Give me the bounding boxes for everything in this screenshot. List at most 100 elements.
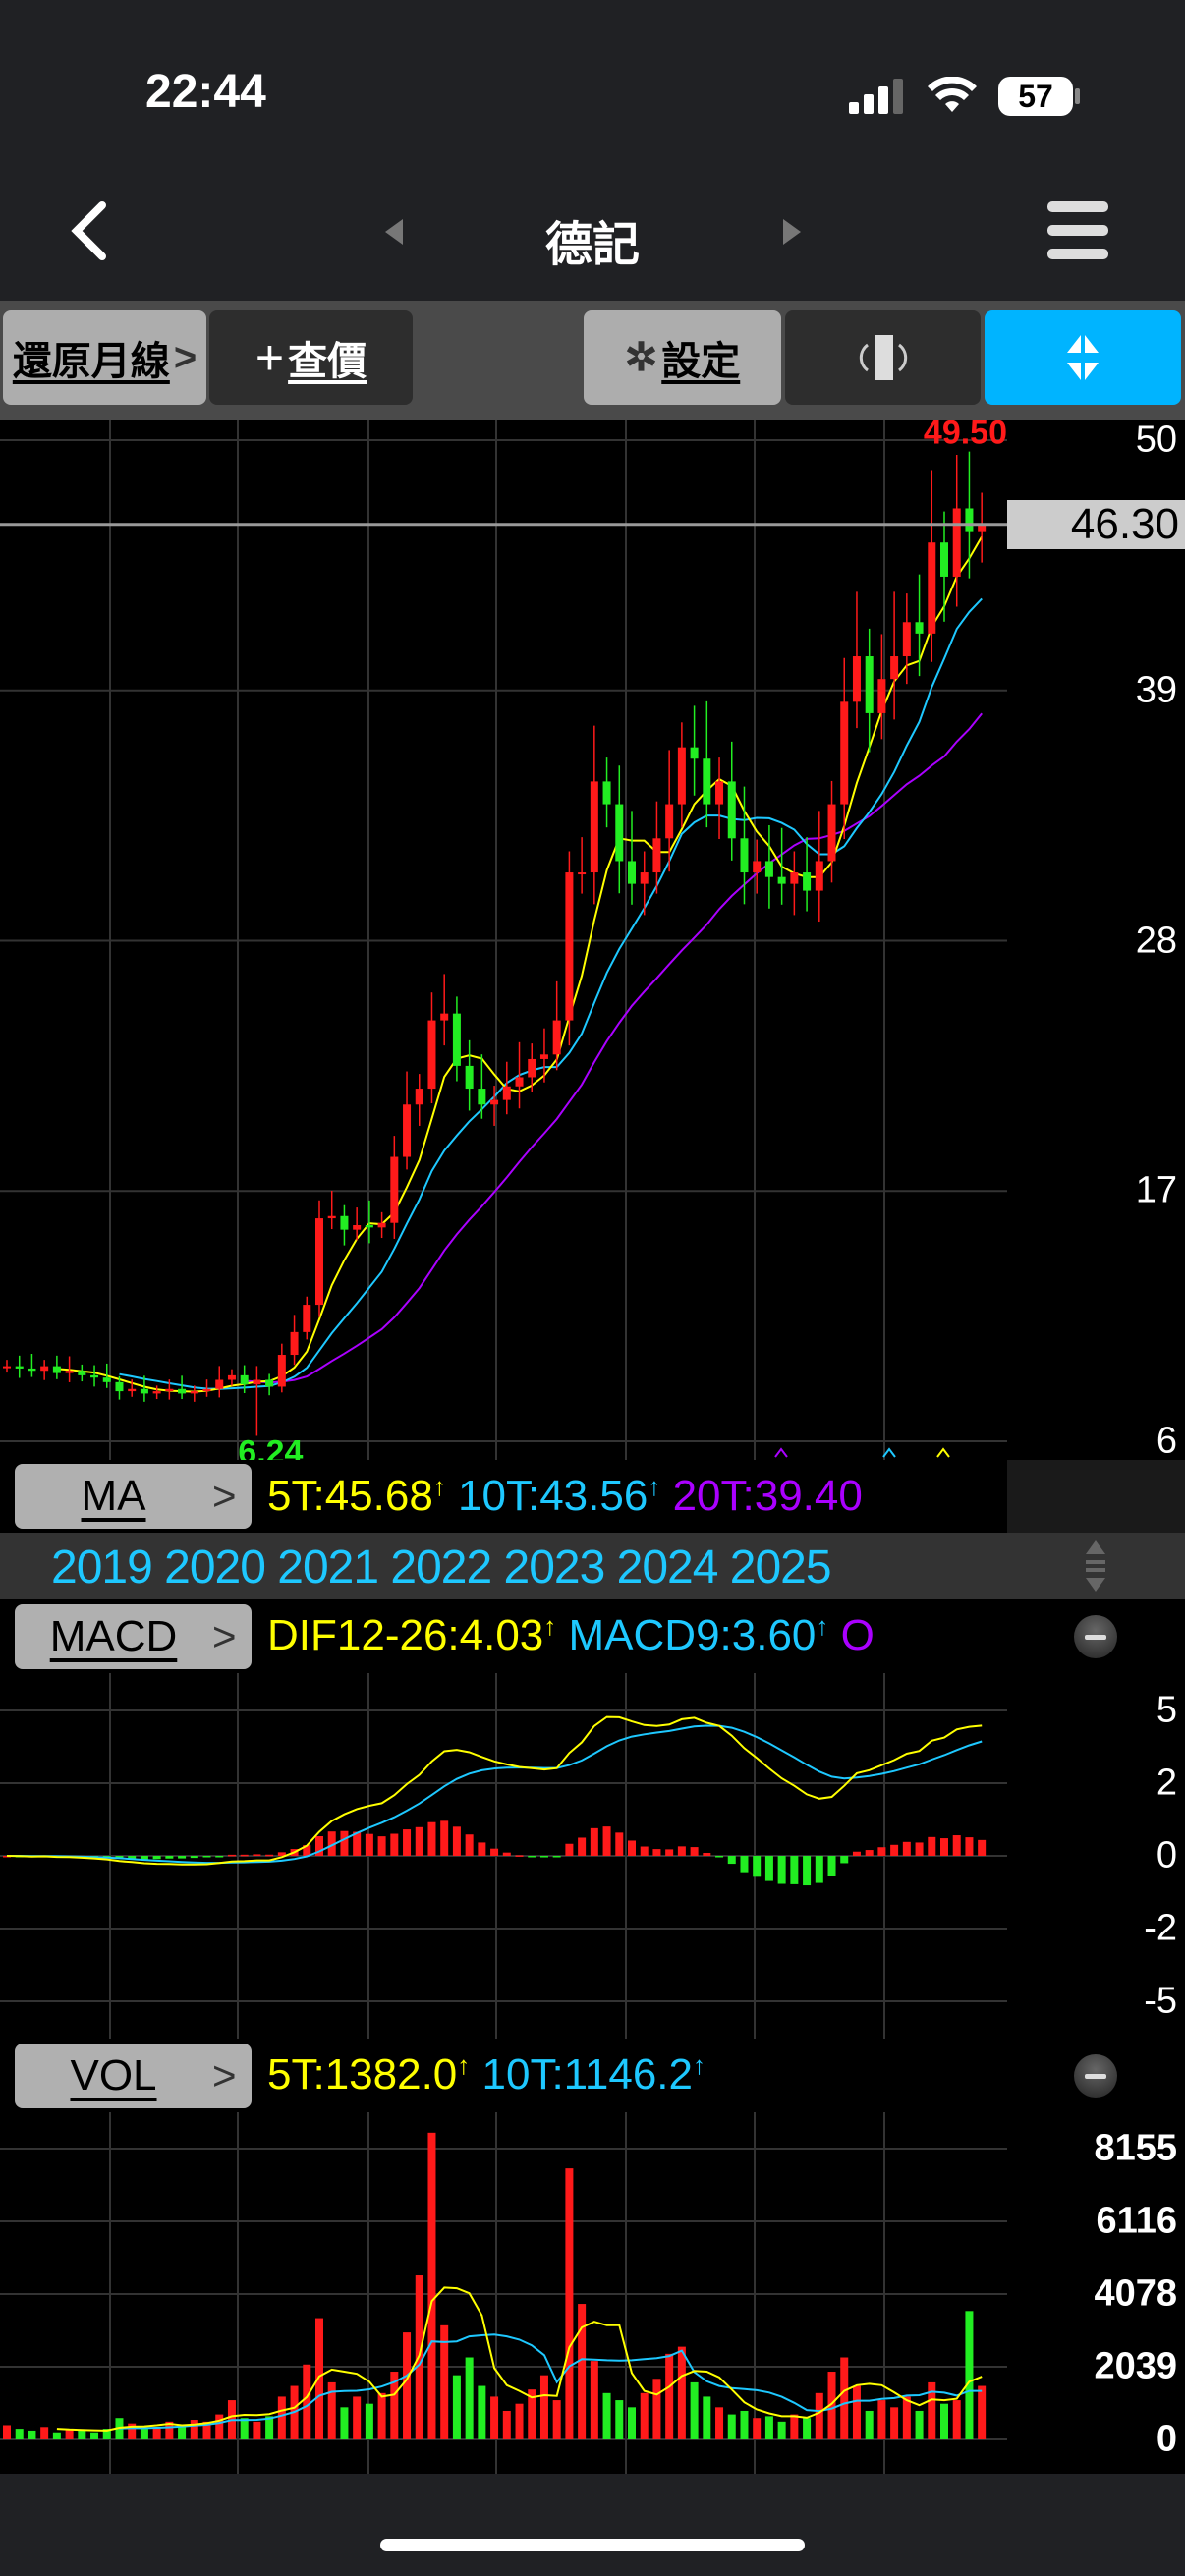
year-label[interactable]: 2024 (617, 1541, 730, 1594)
macd-histogram-bar (628, 1840, 636, 1856)
volume-bar (703, 2396, 711, 2439)
macd-histogram-bar (827, 1856, 836, 1876)
macd-histogram-bar (777, 1856, 786, 1884)
candle-body (790, 872, 799, 884)
volume-bar (240, 2418, 249, 2439)
macd-histogram-bar (915, 1842, 924, 1856)
macd-histogram-bar (240, 1854, 249, 1857)
current-price-label: 46.30 (1007, 499, 1185, 549)
macd-histogram-bar (602, 1826, 611, 1856)
volume-axis-label: 0 (1156, 2418, 1177, 2460)
candle-body (128, 1388, 137, 1392)
price-axis-label: 17 (1135, 1169, 1177, 1211)
candle-body (753, 861, 762, 873)
collapse-macd-button[interactable] (1074, 1615, 1117, 1658)
candle-body (15, 1366, 24, 1369)
macd-button[interactable]: MACD > (15, 1604, 252, 1669)
candle-body (90, 1374, 99, 1378)
macd-histogram-bar (615, 1832, 624, 1856)
ma5-value: 5T:45.68 (267, 1472, 433, 1520)
page-title: 德記 (544, 219, 640, 271)
rotate-button[interactable] (785, 310, 981, 405)
macd-histogram-bar (652, 1849, 661, 1856)
candle-body (777, 876, 786, 884)
volume-bar (578, 2304, 587, 2439)
candle-body (928, 542, 936, 634)
year-bar[interactable]: 2019 2020 2021 2022 2023 2024 2025 (0, 1533, 1185, 1599)
volume-bar (753, 2418, 762, 2439)
volume-bar (140, 2429, 148, 2439)
volume-bar (490, 2396, 499, 2439)
macd-histogram-bar (552, 1856, 561, 1858)
status-bar: 22:44 57 (0, 0, 1185, 164)
volume-bar (427, 2132, 436, 2439)
osc-value: O (840, 1611, 875, 1659)
volume-bar (965, 2311, 974, 2439)
menu-icon[interactable] (1047, 201, 1108, 260)
macd9-value: MACD9:3.60 (568, 1611, 817, 1659)
vol-label: VOL (70, 2051, 157, 2100)
macd-histogram-bar (365, 1833, 373, 1856)
volume-bar (978, 2385, 987, 2439)
ma20-line (244, 712, 983, 1384)
volume-bar (840, 2357, 849, 2439)
dif-line (6, 1715, 983, 1866)
candle-body (490, 1099, 499, 1105)
candle-body (703, 758, 711, 805)
macd-histogram-bar (190, 1856, 198, 1859)
macd-histogram-bar (852, 1851, 861, 1856)
vol-values: 5T:1382.0↑ 10T:1146.2↑ (267, 2050, 705, 2099)
restore-monthly-button[interactable]: 還原月線 > (3, 310, 206, 405)
candle-body (815, 861, 823, 891)
ma-legend: MA > 5T:45.68↑ 10T:43.56↑ 20T:39.40 (0, 1460, 1185, 1533)
drag-handle-icon[interactable] (1081, 1540, 1110, 1592)
chevron-right-icon: > (212, 1473, 237, 1519)
settings-button[interactable]: ✲ 設定 (584, 310, 781, 405)
volume-bar (615, 2400, 624, 2439)
candle-body (78, 1371, 86, 1375)
candle-body (478, 1089, 486, 1105)
plus-icon: + (254, 330, 285, 385)
candle-body (215, 1379, 224, 1389)
volume-bar (3, 2425, 11, 2439)
year-label[interactable]: 2021 (277, 1541, 390, 1594)
vol-button[interactable]: VOL > (15, 2044, 252, 2108)
macd-histogram-bar (877, 1847, 886, 1856)
volume-bar (552, 2400, 561, 2439)
macd-histogram-bar (890, 1844, 899, 1856)
candle-body (727, 781, 736, 839)
chevron-right-icon: > (173, 335, 198, 379)
volume-chart[interactable] (0, 2112, 1007, 2474)
candle-body (40, 1366, 49, 1372)
macd-histogram-bar (515, 1855, 524, 1857)
candle-body (502, 1086, 511, 1100)
volume-bar (78, 2430, 86, 2439)
collapse-button[interactable] (985, 310, 1181, 405)
volume-bar (190, 2420, 198, 2439)
year-label[interactable]: 2020 (164, 1541, 277, 1594)
macd-histogram-bar (740, 1856, 749, 1873)
year-label[interactable]: 2025 (730, 1541, 832, 1594)
year-label[interactable]: 2022 (390, 1541, 503, 1594)
year-label[interactable]: 2023 (504, 1541, 617, 1594)
candle-body (3, 1366, 11, 1369)
volume-bar (690, 2381, 699, 2439)
macd-axis-label: 2 (1156, 1762, 1177, 1804)
volume-bar (815, 2392, 823, 2439)
volume-bar (790, 2414, 799, 2439)
year-label[interactable]: 2019 (51, 1541, 164, 1594)
candle-body (327, 1215, 336, 1219)
ma-button[interactable]: MA > (15, 1464, 252, 1529)
volume-bar (15, 2429, 24, 2439)
candle-body (427, 1020, 436, 1090)
candle-body (552, 1020, 561, 1055)
candle-body (190, 1391, 198, 1394)
volume-bar (940, 2403, 948, 2439)
quote-button[interactable]: + 查價 (209, 310, 413, 405)
candle-body (28, 1368, 36, 1372)
collapse-vol-button[interactable] (1074, 2054, 1117, 2098)
home-indicator[interactable] (380, 2539, 805, 2551)
macd-chart[interactable] (0, 1673, 1007, 2039)
next-stock-icon[interactable] (781, 219, 801, 245)
price-chart[interactable]: 49.50 6.24 (0, 420, 1007, 1460)
